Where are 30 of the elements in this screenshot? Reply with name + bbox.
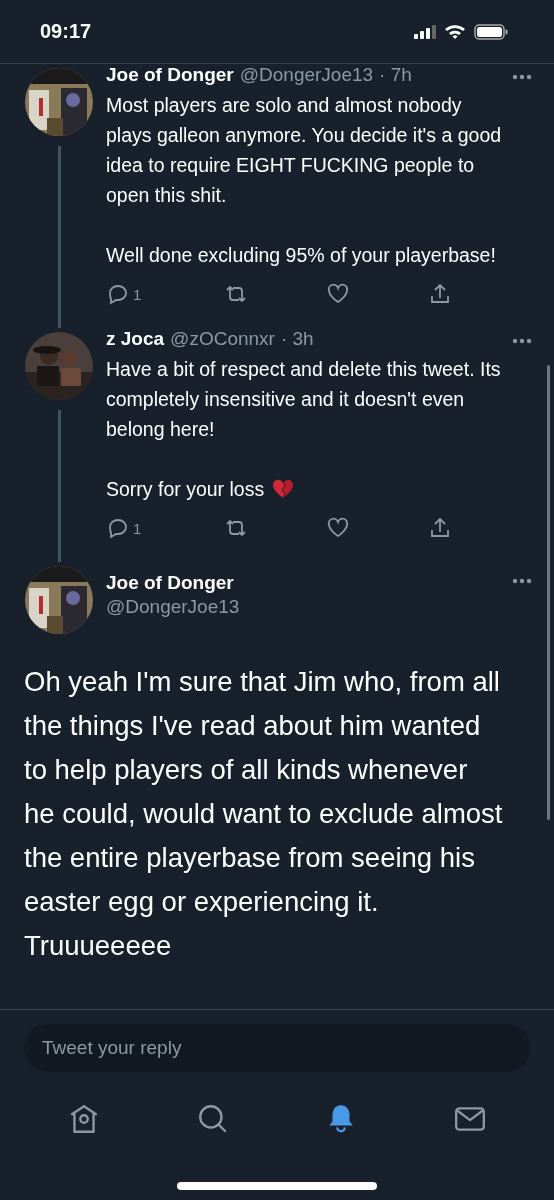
reply-icon[interactable]	[106, 282, 130, 306]
more-icon[interactable]	[512, 578, 532, 584]
signal-icon	[414, 24, 436, 39]
timestamp: · 3h	[280, 328, 314, 350]
user-handle[interactable]: @zOConnxr	[170, 328, 275, 350]
more-icon[interactable]	[512, 338, 532, 344]
reply-field[interactable]: Tweet your reply	[24, 1024, 530, 1072]
user-name[interactable]: z Joca	[106, 328, 165, 350]
timestamp: · 7h	[379, 64, 412, 86]
reply-icon[interactable]	[106, 516, 130, 540]
broken-heart-icon	[272, 479, 295, 499]
tweet-text: Well done excluding 95% of your playerbase!	[106, 243, 496, 268]
tweet-text: Oh yeah I'm sure that Jim who, from all the things I've read about him wanted to help players of all kinds whenever he could, would want to exclude almost the entire playerbase from seeing his easter egg or experiencing it. Truuueeeee	[24, 665, 504, 963]
tweet-text: Sorry for your loss	[106, 477, 265, 502]
share-icon[interactable]	[428, 516, 452, 540]
clock: 09:17	[40, 20, 92, 43]
reply-count: 1	[133, 519, 142, 537]
share-icon[interactable]	[428, 282, 452, 306]
more-icon[interactable]	[512, 74, 532, 80]
reply-count: 1	[133, 285, 142, 303]
battery-icon	[474, 23, 508, 40]
user-handle[interactable]: @DongerJoe13	[106, 596, 512, 618]
wifi-icon	[444, 23, 466, 40]
user-name[interactable]: Joe of Donger	[106, 64, 234, 86]
user-handle[interactable]: @DongerJoe13	[239, 64, 374, 86]
user-name[interactable]: Joe of Donger	[106, 572, 512, 594]
tweet-text: Have a bit of respect and delete this tweet. Its completely insensitive and it doesn't even belong here!	[106, 357, 502, 442]
heart-icon[interactable]	[326, 282, 350, 306]
heart-icon[interactable]	[326, 516, 350, 540]
tweet-text: Most players are solo and almost nobody plays galleon anymore. You decide it's a good idea to require EIGHT FUCKING people to open this shit.	[106, 93, 503, 208]
